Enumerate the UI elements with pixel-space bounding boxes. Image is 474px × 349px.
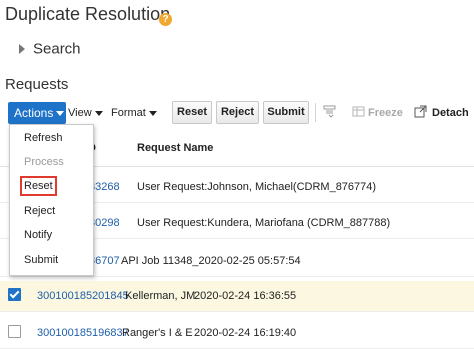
request-name: API Job 11348_2020-02-25 05:57:54 (121, 255, 301, 267)
chevron-down-icon (94, 110, 103, 116)
column-header-request-name[interactable]: Request Name (137, 142, 213, 154)
detach-icon (414, 105, 427, 118)
wrap-columns-icon[interactable] (323, 105, 336, 118)
actions-button[interactable]: Actions (8, 102, 66, 124)
row-checkbox[interactable] (8, 288, 21, 301)
menu-item-refresh[interactable]: Refresh (10, 127, 93, 151)
view-menu[interactable]: View (68, 107, 103, 119)
submit-button[interactable]: Submit (263, 101, 309, 124)
help-icon[interactable]: ? (159, 13, 172, 26)
request-id-link[interactable]: 300100185196837 (37, 327, 129, 339)
menu-item-label: Refresh (24, 132, 63, 144)
menu-item-submit[interactable]: Submit (10, 249, 93, 273)
request-name: User Request:Johnson, Michael(CDRM_87677… (137, 181, 377, 193)
chevron-down-icon (56, 111, 65, 117)
search-label: Search (33, 40, 81, 58)
menu-item-process: Process (10, 151, 93, 175)
chevron-down-icon (148, 110, 157, 116)
menu-item-label: Notify (24, 229, 53, 241)
toolbar-divider (315, 103, 316, 122)
format-menu-label: Format (111, 107, 146, 119)
request-date: 2020-02-24 16:36:55 (194, 290, 297, 302)
freeze-icon (352, 106, 365, 117)
request-name: Ranger's I & E (122, 327, 193, 339)
actions-menu: Refresh Process Reset Reject Notify Subm… (9, 124, 94, 276)
search-toggle[interactable]: Search (19, 40, 81, 58)
row-checkbox[interactable] (8, 325, 21, 338)
detach-button[interactable]: Detach (432, 107, 469, 119)
view-menu-label: View (68, 107, 92, 119)
menu-item-label: Reject (24, 205, 56, 217)
table-row[interactable]: 300100185201845 Kellerman, JM 2020-02-24… (0, 281, 474, 312)
menu-item-reset[interactable]: Reset (10, 175, 93, 199)
expand-triangle-icon (19, 43, 25, 54)
menu-item-label: Process (24, 156, 64, 168)
menu-item-label: Reset (24, 180, 53, 192)
table-row[interactable]: 300100185196837 Ranger's I & E 2020-02-2… (0, 318, 474, 349)
menu-item-notify[interactable]: Notify (10, 224, 93, 248)
menu-item-label: Submit (24, 254, 59, 266)
request-name: User Request:Kundera, Mariofana (CDRM_88… (137, 217, 391, 229)
menu-item-reject[interactable]: Reject (10, 200, 93, 224)
request-date: 2020-02-24 16:19:40 (194, 327, 297, 339)
section-title: Requests (5, 76, 69, 93)
page-title: Duplicate Resolution (5, 4, 171, 24)
actions-button-label: Actions (14, 106, 54, 120)
reject-button[interactable]: Reject (216, 101, 259, 124)
request-name: Kellerman, JM (125, 290, 196, 302)
freeze-button[interactable]: Freeze (368, 107, 403, 119)
toolbar: Actions View Format Reset Reject Submit … (0, 100, 474, 126)
reset-button[interactable]: Reset (172, 101, 212, 124)
request-id-link[interactable]: 300100185201845 (37, 290, 129, 302)
format-menu[interactable]: Format (111, 107, 157, 119)
